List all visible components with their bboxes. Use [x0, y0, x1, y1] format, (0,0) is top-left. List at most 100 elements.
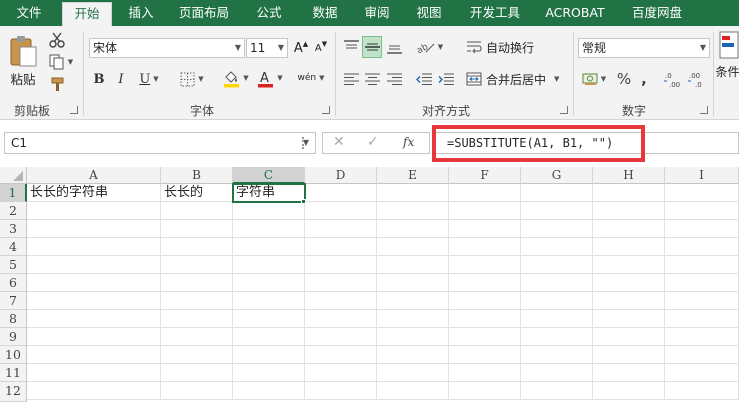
row-header-8[interactable]: 8 [0, 310, 27, 328]
cell-a11[interactable] [27, 364, 161, 382]
cell-c9[interactable] [233, 328, 305, 346]
cell-g8[interactable] [521, 310, 593, 328]
row-header-6[interactable]: 6 [0, 274, 27, 292]
cell-d2[interactable] [305, 202, 377, 220]
cell-g9[interactable] [521, 328, 593, 346]
cell-e8[interactable] [377, 310, 449, 328]
cell-b9[interactable] [161, 328, 233, 346]
row-header-11[interactable]: 11 [0, 364, 27, 382]
fill-handle[interactable] [301, 199, 306, 204]
cell-g11[interactable] [521, 364, 593, 382]
cell-i1[interactable] [665, 184, 739, 202]
cell-c3[interactable] [233, 220, 305, 238]
align-bottom-button[interactable] [384, 36, 404, 58]
cell-h4[interactable] [593, 238, 665, 256]
cell-i12[interactable] [665, 382, 739, 400]
cell-e6[interactable] [377, 274, 449, 292]
cell-f11[interactable] [449, 364, 521, 382]
cell-h2[interactable] [593, 202, 665, 220]
cell-i4[interactable] [665, 238, 739, 256]
number-launcher-icon[interactable] [700, 106, 708, 114]
tab-file[interactable]: 文件 [0, 0, 58, 26]
cell-b4[interactable] [161, 238, 233, 256]
cell-d7[interactable] [305, 292, 377, 310]
cell-a3[interactable] [27, 220, 161, 238]
cell-a5[interactable] [27, 256, 161, 274]
cell-b12[interactable] [161, 382, 233, 400]
cell-h12[interactable] [593, 382, 665, 400]
phonetic-guide-button[interactable]: wén ▼ [296, 66, 326, 90]
column-header-g[interactable]: G [521, 167, 593, 184]
cell-c6[interactable] [233, 274, 305, 292]
paste-button[interactable]: 粘贴 [6, 32, 40, 90]
cell-d4[interactable] [305, 238, 377, 256]
font-name-combo[interactable]: 宋体 ▼ [89, 38, 245, 58]
cell-f10[interactable] [449, 346, 521, 364]
cell-h1[interactable] [593, 184, 665, 202]
column-header-c[interactable]: C [233, 167, 305, 184]
cell-e4[interactable] [377, 238, 449, 256]
cell-d10[interactable] [305, 346, 377, 364]
cell-a9[interactable] [27, 328, 161, 346]
cell-f5[interactable] [449, 256, 521, 274]
cell-c8[interactable] [233, 310, 305, 328]
cell-a12[interactable] [27, 382, 161, 400]
cell-e7[interactable] [377, 292, 449, 310]
merge-center-button[interactable]: 合并后居中 ▼ [466, 68, 566, 90]
percent-style-button[interactable]: % [614, 68, 634, 90]
cell-d5[interactable] [305, 256, 377, 274]
cell-g7[interactable] [521, 292, 593, 310]
name-box[interactable]: C1 ▼ [4, 132, 316, 154]
cell-e9[interactable] [377, 328, 449, 346]
cell-g12[interactable] [521, 382, 593, 400]
align-top-button[interactable] [341, 36, 361, 58]
cell-f12[interactable] [449, 382, 521, 400]
tab-review[interactable]: 审阅 [352, 0, 402, 26]
tab-developer[interactable]: 开发工具 [462, 0, 528, 26]
font-color-button[interactable]: A ▼ [254, 66, 286, 90]
shrink-font-button[interactable]: A ▼ [312, 38, 330, 58]
italic-button[interactable]: I [112, 68, 130, 90]
cell-c1[interactable]: 字符串 [232, 183, 306, 203]
column-header-d[interactable]: D [305, 167, 377, 184]
cell-b8[interactable] [161, 310, 233, 328]
cell-a7[interactable] [27, 292, 161, 310]
cell-d1[interactable] [305, 184, 377, 202]
cell-d8[interactable] [305, 310, 377, 328]
tab-page-layout[interactable]: 页面布局 [170, 0, 238, 26]
cell-h6[interactable] [593, 274, 665, 292]
cell-f3[interactable] [449, 220, 521, 238]
row-header-3[interactable]: 3 [0, 220, 27, 238]
cell-i6[interactable] [665, 274, 739, 292]
borders-button[interactable]: ▼ [174, 68, 210, 90]
cell-h7[interactable] [593, 292, 665, 310]
cell-a6[interactable] [27, 274, 161, 292]
accounting-format-button[interactable]: ▼ [578, 68, 610, 90]
align-left-button[interactable] [341, 68, 361, 90]
conditional-formatting-button[interactable]: 条件 [716, 30, 739, 94]
tab-insert[interactable]: 插入 [116, 0, 166, 26]
cell-c11[interactable] [233, 364, 305, 382]
cell-f6[interactable] [449, 274, 521, 292]
cell-i7[interactable] [665, 292, 739, 310]
cell-e1[interactable] [377, 184, 449, 202]
cell-e12[interactable] [377, 382, 449, 400]
column-header-b[interactable]: B [161, 167, 233, 184]
cell-e10[interactable] [377, 346, 449, 364]
cell-c10[interactable] [233, 346, 305, 364]
cell-i9[interactable] [665, 328, 739, 346]
cell-e11[interactable] [377, 364, 449, 382]
cell-b6[interactable] [161, 274, 233, 292]
decrease-decimal-button[interactable]: .00 .0 [686, 68, 708, 90]
tab-baidu-netdisk[interactable]: 百度网盘 [620, 0, 694, 26]
cut-button[interactable] [46, 30, 68, 50]
cell-a8[interactable] [27, 310, 161, 328]
column-header-f[interactable]: F [449, 167, 521, 184]
column-header-i[interactable]: I [665, 167, 739, 184]
cell-d12[interactable] [305, 382, 377, 400]
font-launcher-icon[interactable] [322, 106, 330, 114]
cell-a1[interactable]: 长长的字符串 [27, 184, 161, 202]
cell-g10[interactable] [521, 346, 593, 364]
comma-style-button[interactable]: , [636, 68, 652, 90]
cell-b1[interactable]: 长长的 [161, 184, 233, 202]
